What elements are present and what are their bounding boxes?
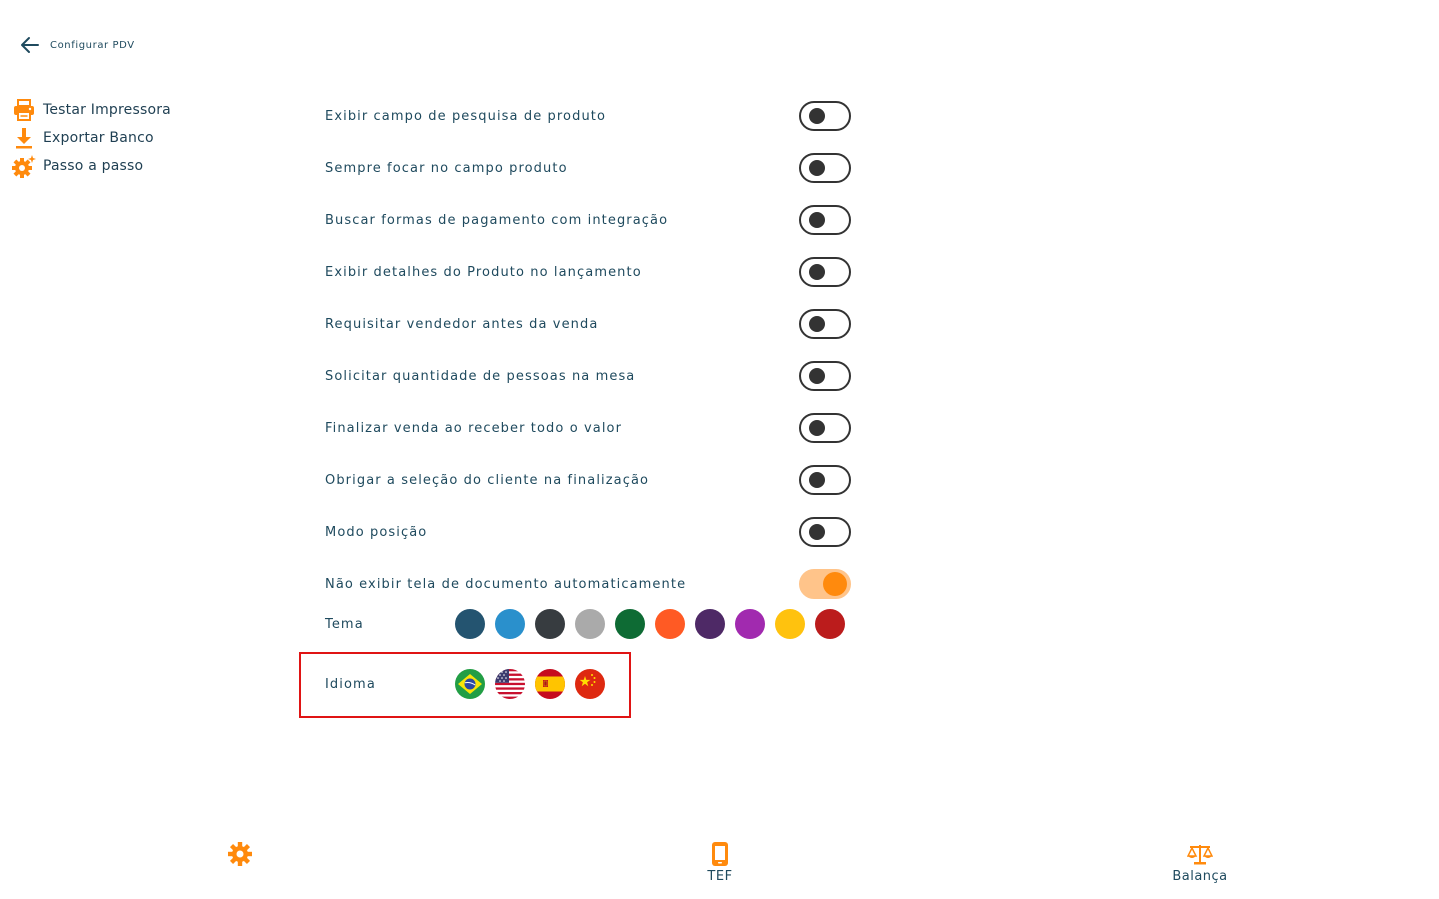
toggle-switch[interactable] [799,517,851,547]
theme-swatch-7[interactable] [695,609,725,639]
spain-flag-icon[interactable] [535,669,565,699]
setting-label: Requisitar vendedor antes da venda [325,316,599,332]
setting-label: Solicitar quantidade de pessoas na mesa [325,368,636,384]
toggle-switch[interactable] [799,465,851,495]
toggle-switch[interactable] [799,205,851,235]
setting-row: Obrigar a seleção do cliente na finaliza… [325,454,855,506]
nav-item-settings[interactable] [180,840,300,869]
language-row: Idioma [325,669,615,699]
toggle-knob [809,212,825,228]
toggle-knob [809,420,825,436]
setting-row: Requisitar vendedor antes da venda [325,298,855,350]
nav-item-balanca[interactable]: Balança [1140,840,1260,884]
setting-row: Exibir campo de pesquisa de produto [325,90,855,142]
toggle-switch[interactable] [799,309,851,339]
phone-icon [706,840,734,868]
side-item-label: Testar Impressora [43,102,171,118]
theme-swatch-3[interactable] [535,609,565,639]
toggle-switch[interactable] [799,361,851,391]
setting-label: Não exibir tela de documento automaticam… [325,576,687,592]
download-icon [11,125,37,151]
setting-row: Finalizar venda ao receber todo o valor [325,402,855,454]
side-item-label: Passo a passo [43,158,144,174]
setting-label: Exibir detalhes do Produto no lançamento [325,264,642,280]
toggle-knob [809,524,825,540]
setting-label: Modo posição [325,524,428,540]
theme-swatch-4[interactable] [575,609,605,639]
theme-swatch-1[interactable] [455,609,485,639]
setting-row: Não exibir tela de documento automaticam… [325,558,855,610]
nav-label: TEF [707,869,733,884]
brazil-flag-icon[interactable] [455,669,485,699]
setting-label: Sempre focar no campo produto [325,160,568,176]
nav-item-tef[interactable]: TEF [660,840,780,884]
theme-swatch-9[interactable] [775,609,805,639]
setting-row: Buscar formas de pagamento com integraçã… [325,194,855,246]
setting-row: Sempre focar no campo produto [325,142,855,194]
side-item-testar-impressora[interactable]: Testar Impressora [11,96,171,124]
nav-label: Balança [1172,869,1228,884]
setting-row: Modo posição [325,506,855,558]
setting-label: Finalizar venda ao receber todo o valor [325,420,623,436]
toggle-knob [823,572,847,596]
side-item-label: Exportar Banco [43,130,154,146]
language-flags [455,669,615,699]
toggle-switch[interactable] [799,413,851,443]
setting-label: Obrigar a seleção do cliente na finaliza… [325,472,650,488]
setting-label: Buscar formas de pagamento com integraçã… [325,212,669,228]
bottom-nav: TEF Balança [0,840,1439,899]
toggle-knob [809,264,825,280]
toggle-switch[interactable] [799,257,851,287]
usa-flag-icon[interactable] [495,669,525,699]
theme-swatch-5[interactable] [615,609,645,639]
gear-icon [226,840,254,868]
settings-list: Exibir campo de pesquisa de produto Semp… [325,90,855,610]
toggle-knob [809,160,825,176]
theme-swatch-8[interactable] [735,609,765,639]
toggle-switch[interactable] [799,153,851,183]
side-item-passo-a-passo[interactable]: Passo a passo [11,152,171,180]
theme-swatches [455,609,855,639]
language-label: Idioma [325,676,376,692]
toggle-knob [809,316,825,332]
theme-row: Tema [325,609,855,639]
side-item-exportar-banco[interactable]: Exportar Banco [11,124,171,152]
gear-sparkle-icon [11,153,37,179]
theme-label: Tema [325,616,364,632]
printer-icon [11,97,37,123]
setting-row: Exibir detalhes do Produto no lançamento [325,246,855,298]
theme-swatch-10[interactable] [815,609,845,639]
toggle-knob [809,368,825,384]
side-menu: Testar Impressora Exportar Banco Passo a… [11,96,171,180]
setting-label: Exibir campo de pesquisa de produto [325,108,607,124]
china-flag-icon[interactable] [575,669,605,699]
toggle-knob [809,472,825,488]
page-title: Configurar PDV [50,39,135,51]
toggle-switch[interactable] [799,101,851,131]
setting-row: Solicitar quantidade de pessoas na mesa [325,350,855,402]
theme-swatch-6[interactable] [655,609,685,639]
theme-swatch-2[interactable] [495,609,525,639]
arrow-left-icon[interactable] [18,33,42,57]
toggle-switch[interactable] [799,569,851,599]
scale-icon [1186,840,1214,868]
toggle-knob [809,108,825,124]
header: Configurar PDV [18,33,135,57]
